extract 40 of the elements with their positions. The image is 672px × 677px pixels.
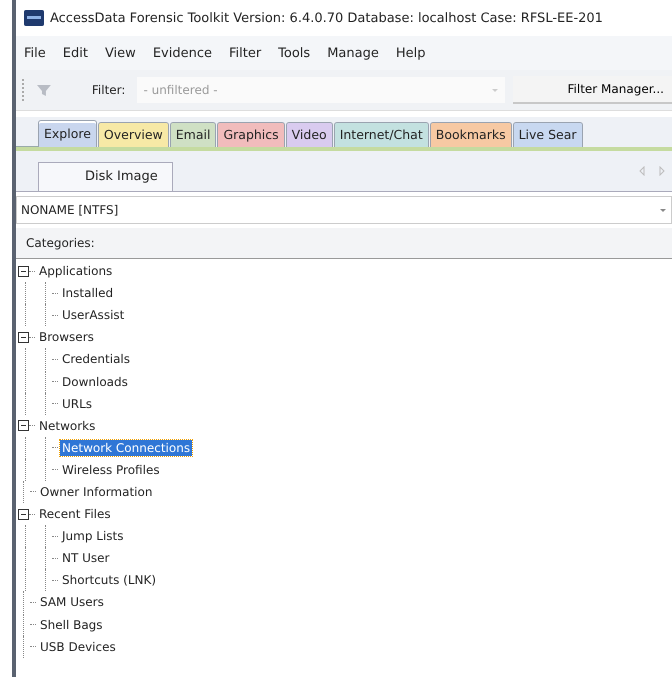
menu-item[interactable]: Filter xyxy=(228,46,262,60)
tab[interactable]: Internet/Chat xyxy=(334,122,429,147)
tree-item[interactable]: Networks xyxy=(37,418,98,434)
tree-item[interactable]: Wireless Profiles xyxy=(60,462,162,478)
menu-item[interactable]: Manage xyxy=(327,46,379,60)
menu-item[interactable]: View xyxy=(104,46,136,60)
menu-item[interactable]: File xyxy=(24,46,46,60)
tree-item[interactable]: Recent Files xyxy=(37,506,113,522)
tab[interactable]: Explore xyxy=(38,120,97,147)
tab[interactable]: Live Sear xyxy=(512,122,583,147)
tree-item[interactable]: Jump Lists xyxy=(60,528,126,544)
filter-manager-button[interactable]: Filter Manager... xyxy=(513,76,672,104)
window-title: AccessData Forensic Toolkit Version: 6.4.0.70 Database: localhost Case: RFSL-EE-201 xyxy=(50,10,603,26)
tab[interactable]: Disk Image xyxy=(38,162,173,191)
tab[interactable]: Video xyxy=(286,122,333,147)
tree-item[interactable]: Downloads xyxy=(60,374,130,390)
tab[interactable]: Overview xyxy=(98,122,169,147)
menu-item[interactable]: Tools xyxy=(278,46,310,60)
filter-label: Filter: xyxy=(92,83,126,97)
tree-item[interactable]: Browsers xyxy=(37,329,96,346)
menu-item[interactable]: Evidence xyxy=(152,46,212,60)
tab[interactable]: Graphics xyxy=(217,122,285,147)
tree-item[interactable]: Applications xyxy=(37,263,114,280)
tree-item[interactable]: SAM Users xyxy=(38,594,106,610)
menu-item[interactable]: Edit xyxy=(62,46,88,60)
tree-item[interactable]: Shell Bags xyxy=(38,616,105,633)
categories-header: Categories: xyxy=(26,236,95,250)
tree-item[interactable]: URLs xyxy=(60,396,94,412)
tree-item[interactable]: NT User xyxy=(60,550,112,566)
tree-item[interactable]: Network Connections xyxy=(60,440,192,456)
tree-item[interactable]: Installed xyxy=(60,285,116,302)
menu-item[interactable]: Help xyxy=(396,46,426,60)
tree-item[interactable]: Shortcuts (LNK) xyxy=(60,572,158,588)
tree-item[interactable]: Credentials xyxy=(60,351,132,368)
tree-item[interactable]: USB Devices xyxy=(38,638,118,655)
tree-item[interactable]: Owner Information xyxy=(38,484,154,500)
tab[interactable]: Bookmarks xyxy=(430,122,512,147)
tree-item[interactable]: UserAssist xyxy=(60,307,126,324)
tab[interactable]: Email xyxy=(170,122,216,147)
evidence-dropdown[interactable]: NONAME [NTFS] xyxy=(16,196,672,224)
